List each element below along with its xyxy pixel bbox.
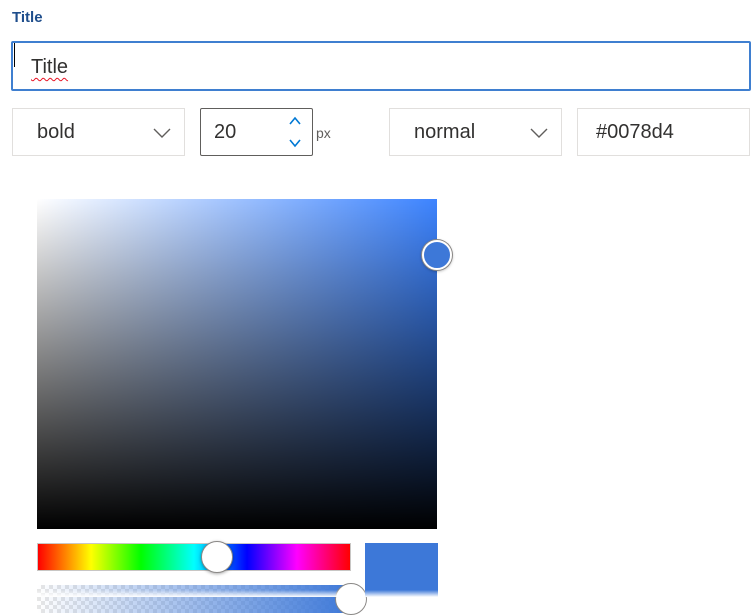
font-weight-dropdown[interactable]: bold (12, 108, 185, 156)
chevron-down-icon (530, 128, 548, 138)
hue-slider-thumb[interactable] (201, 541, 233, 573)
font-size-unit: px (316, 125, 331, 141)
font-color-hex-input[interactable]: #0078d4 (577, 108, 750, 156)
title-input[interactable]: Title (11, 41, 751, 91)
alpha-slider-thumb[interactable] (335, 583, 367, 615)
title-input-value: Title (31, 56, 69, 78)
font-weight-value: bold (37, 121, 75, 143)
chevron-down-icon (153, 128, 171, 138)
font-color-hex-value: #0078d4 (596, 121, 674, 143)
chevron-down-icon[interactable] (287, 136, 303, 150)
hue-slider[interactable] (37, 543, 351, 571)
chevron-up-icon[interactable] (287, 114, 303, 128)
font-size-value: 20 (214, 121, 237, 143)
color-preview-swatch (365, 543, 438, 597)
text-caret (14, 43, 15, 67)
bottom-fade (0, 590, 754, 597)
saturation-value-area[interactable] (37, 199, 437, 529)
font-style-value: normal (414, 121, 476, 143)
saturation-value-thumb[interactable] (422, 240, 452, 270)
title-field-label: Title (12, 9, 43, 26)
font-size-spinbox[interactable]: 20 (200, 108, 313, 156)
font-style-dropdown[interactable]: normal (389, 108, 562, 156)
